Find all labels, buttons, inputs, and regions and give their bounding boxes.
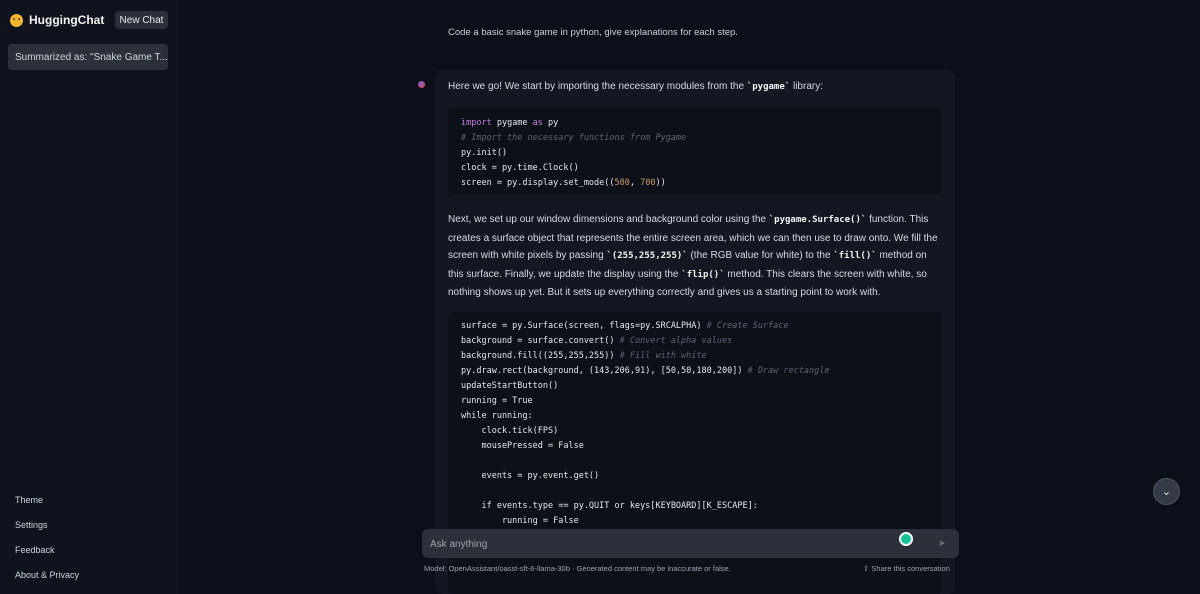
inline-code: `fill()`: [833, 251, 877, 261]
code-line: py.init(): [461, 148, 508, 158]
user-message: Code a basic snake game in python, give …: [448, 27, 738, 38]
sidebar-link-feedback[interactable]: Feedback: [15, 545, 55, 555]
code-line: import pygame as py: [461, 118, 559, 128]
share-conversation-link[interactable]: ⇧ Share this conversation: [863, 564, 950, 573]
code-line: background = surface.convert() # Convert…: [461, 336, 733, 346]
code-line: background.fill((255,255,255)) # Fill wi…: [461, 351, 707, 361]
inline-code: `flip()`: [681, 269, 725, 280]
code-line: running = False: [461, 516, 579, 526]
composer: [422, 529, 959, 558]
code-line: mousePressed = False: [461, 441, 584, 451]
sidebar-link-theme[interactable]: Theme: [15, 495, 43, 505]
code-line: clock.tick(FPS): [461, 426, 559, 436]
assistant-avatar-icon: [418, 81, 425, 88]
code-line: clock = py.time.Clock(): [461, 163, 579, 173]
inline-code: `(255,255,255)`: [606, 251, 688, 261]
code-line: if events.type == py.QUIT or keys[KEYBOA…: [461, 501, 758, 511]
grammarly-icon[interactable]: [899, 532, 913, 546]
code-line: events = py.event.get(): [461, 471, 600, 481]
code-line: screen = py.display.set_mode((500, 700)): [461, 178, 666, 188]
code-line: while running:: [461, 411, 533, 421]
brand[interactable]: HuggingChat: [10, 11, 104, 29]
new-chat-button[interactable]: New Chat: [115, 11, 168, 29]
assistant-intro: Here we go! We start by importing the ne…: [448, 81, 823, 92]
assistant-paragraph: Next, we set up our window dimensions an…: [448, 214, 938, 298]
conversation-item[interactable]: Summarized as: "Snake Game T...: [8, 44, 168, 70]
chevron-down-icon: ⌄: [1161, 486, 1172, 498]
code-line: py.draw.rect(background, (143,206,91), […: [461, 366, 830, 376]
code-line: running = True: [461, 396, 533, 406]
model-disclaimer: Model: OpenAssistant/oasst-sft-6-llama-3…: [424, 564, 731, 573]
sidebar-link-settings[interactable]: Settings: [15, 520, 48, 530]
brand-name: HuggingChat: [29, 13, 105, 27]
inline-code: `pygame.Surface()`: [768, 215, 867, 225]
send-icon[interactable]: ➤: [938, 538, 948, 548]
smiley-face-icon: [10, 13, 23, 27]
sidebar: HuggingChat New Chat Summarized as: "Sna…: [0, 0, 178, 594]
inline-code: `pygame`: [746, 82, 791, 92]
scroll-down-button[interactable]: ⌄: [1153, 478, 1180, 505]
chat-input[interactable]: [430, 536, 890, 552]
code-line: surface = py.Surface(screen, flags=py.SR…: [461, 321, 789, 331]
code-line: # Import the necessary functions from Py…: [461, 133, 687, 143]
sidebar-link-about-privacy[interactable]: About & Privacy: [15, 570, 79, 580]
code-line: updateStartButton(): [461, 381, 559, 391]
share-icon: ⇧: [863, 564, 870, 573]
